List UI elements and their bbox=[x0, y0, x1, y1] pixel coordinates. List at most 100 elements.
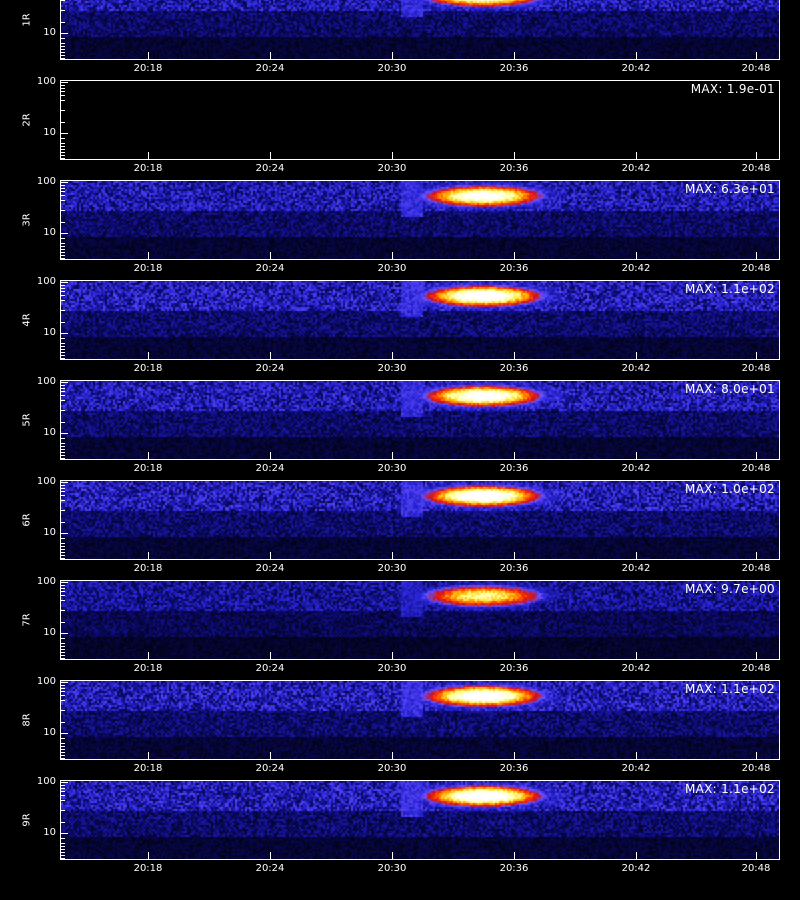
y-tick bbox=[60, 10, 65, 11]
x-tick-label: 20:18 bbox=[133, 363, 163, 374]
y-tick bbox=[60, 682, 68, 683]
y-tick-label: 100 bbox=[36, 176, 56, 187]
y-tick bbox=[60, 843, 65, 844]
y-tick bbox=[60, 255, 65, 256]
x-tick bbox=[756, 652, 757, 660]
y-tick bbox=[60, 358, 65, 359]
y-tick bbox=[60, 458, 65, 459]
y-tick bbox=[60, 391, 65, 392]
y-tick bbox=[60, 495, 65, 496]
y-tick bbox=[60, 755, 65, 756]
x-tick bbox=[392, 352, 393, 360]
y-tick bbox=[60, 688, 65, 689]
max-value-label: MAX: 8.0e+01 bbox=[684, 382, 775, 396]
x-tick-label: 20:42 bbox=[621, 363, 651, 374]
y-tick bbox=[60, 585, 65, 586]
y-tick bbox=[60, 155, 65, 156]
y-tick bbox=[60, 746, 65, 747]
spectrogram-image bbox=[61, 581, 779, 659]
y-tick bbox=[60, 38, 65, 39]
y-axis-label: 3R bbox=[21, 213, 33, 227]
y-tick bbox=[60, 333, 68, 334]
y-tick bbox=[60, 300, 65, 301]
y-tick bbox=[60, 238, 65, 239]
y-tick bbox=[60, 349, 65, 350]
x-tick bbox=[514, 852, 515, 860]
x-tick-label: 20:42 bbox=[621, 463, 651, 474]
y-tick bbox=[60, 288, 65, 289]
x-tick-label: 20:30 bbox=[377, 563, 407, 574]
y-tick-label: 10 bbox=[43, 27, 56, 38]
spectrogram-image bbox=[61, 0, 779, 59]
y-tick-label: 10 bbox=[43, 227, 56, 238]
x-tick-label: 20:36 bbox=[499, 663, 529, 674]
x-tick-label: 20:48 bbox=[741, 263, 771, 274]
y-tick bbox=[60, 595, 65, 596]
y-tick bbox=[60, 385, 65, 386]
y-tick bbox=[60, 352, 65, 353]
x-tick bbox=[514, 252, 515, 260]
y-tick bbox=[60, 210, 65, 211]
x-tick-label: 20:42 bbox=[621, 863, 651, 874]
y-tick bbox=[60, 58, 65, 59]
x-tick bbox=[270, 552, 271, 560]
x-tick bbox=[636, 752, 637, 760]
y-tick bbox=[60, 146, 65, 147]
max-value-label: MAX: 1.1e+02 bbox=[684, 682, 775, 696]
y-tick bbox=[60, 33, 68, 34]
y-tick bbox=[60, 833, 68, 834]
spectrogram-plot: MAX: 1.1e+02 bbox=[60, 780, 780, 860]
y-tick-label: 10 bbox=[43, 127, 56, 138]
x-tick bbox=[392, 452, 393, 460]
x-tick bbox=[514, 152, 515, 160]
y-tick bbox=[60, 838, 65, 839]
y-tick bbox=[60, 658, 65, 659]
y-tick bbox=[60, 491, 65, 492]
y-tick bbox=[60, 800, 65, 801]
spectrogram-plot: MAX: 9.7e+00 bbox=[60, 580, 780, 660]
x-tick-label: 20:30 bbox=[377, 863, 407, 874]
y-tick-label: 10 bbox=[43, 527, 56, 538]
y-tick bbox=[60, 752, 65, 753]
x-tick-label: 20:48 bbox=[741, 663, 771, 674]
x-tick bbox=[636, 552, 637, 560]
x-tick bbox=[270, 52, 271, 60]
y-tick bbox=[60, 410, 65, 411]
x-tick-label: 20:48 bbox=[741, 563, 771, 574]
y-tick-label: 100 bbox=[36, 676, 56, 687]
y-tick bbox=[60, 143, 65, 144]
y-tick bbox=[60, 810, 65, 811]
y-axis-label: 5R bbox=[21, 413, 33, 427]
y-tick-label: 100 bbox=[36, 376, 56, 387]
y-tick bbox=[60, 533, 68, 534]
panel-8R: MAX: 1.1e+02 8R 100 10 20:18 20:24 20:30 20:36 2… bbox=[0, 676, 800, 780]
x-tick bbox=[756, 552, 757, 560]
y-tick bbox=[60, 46, 65, 47]
y-tick bbox=[60, 200, 65, 201]
x-tick-label: 20:36 bbox=[499, 63, 529, 74]
max-value-label: MAX: 6.3e+01 bbox=[684, 182, 775, 196]
y-tick bbox=[60, 388, 65, 389]
y-tick bbox=[60, 482, 68, 483]
x-tick bbox=[392, 152, 393, 160]
x-tick bbox=[636, 452, 637, 460]
y-tick bbox=[60, 95, 65, 96]
y-tick bbox=[60, 788, 65, 789]
y-tick bbox=[60, 152, 65, 153]
y-tick bbox=[60, 249, 65, 250]
y-tick bbox=[60, 295, 65, 296]
y-tick bbox=[60, 588, 65, 589]
x-tick bbox=[270, 752, 271, 760]
y-tick-label: 100 bbox=[36, 776, 56, 787]
y-tick bbox=[60, 100, 65, 101]
y-tick bbox=[60, 652, 65, 653]
y-tick bbox=[60, 591, 65, 592]
y-tick bbox=[60, 580, 65, 581]
y-tick bbox=[60, 188, 65, 189]
x-tick bbox=[756, 52, 757, 60]
spectrogram-plot: MAX: 1.1e+02 bbox=[60, 280, 780, 360]
spectrogram-image bbox=[61, 781, 779, 859]
x-tick bbox=[148, 552, 149, 560]
max-value-label: MAX: 1.9e-01 bbox=[690, 82, 775, 96]
x-tick bbox=[392, 52, 393, 60]
